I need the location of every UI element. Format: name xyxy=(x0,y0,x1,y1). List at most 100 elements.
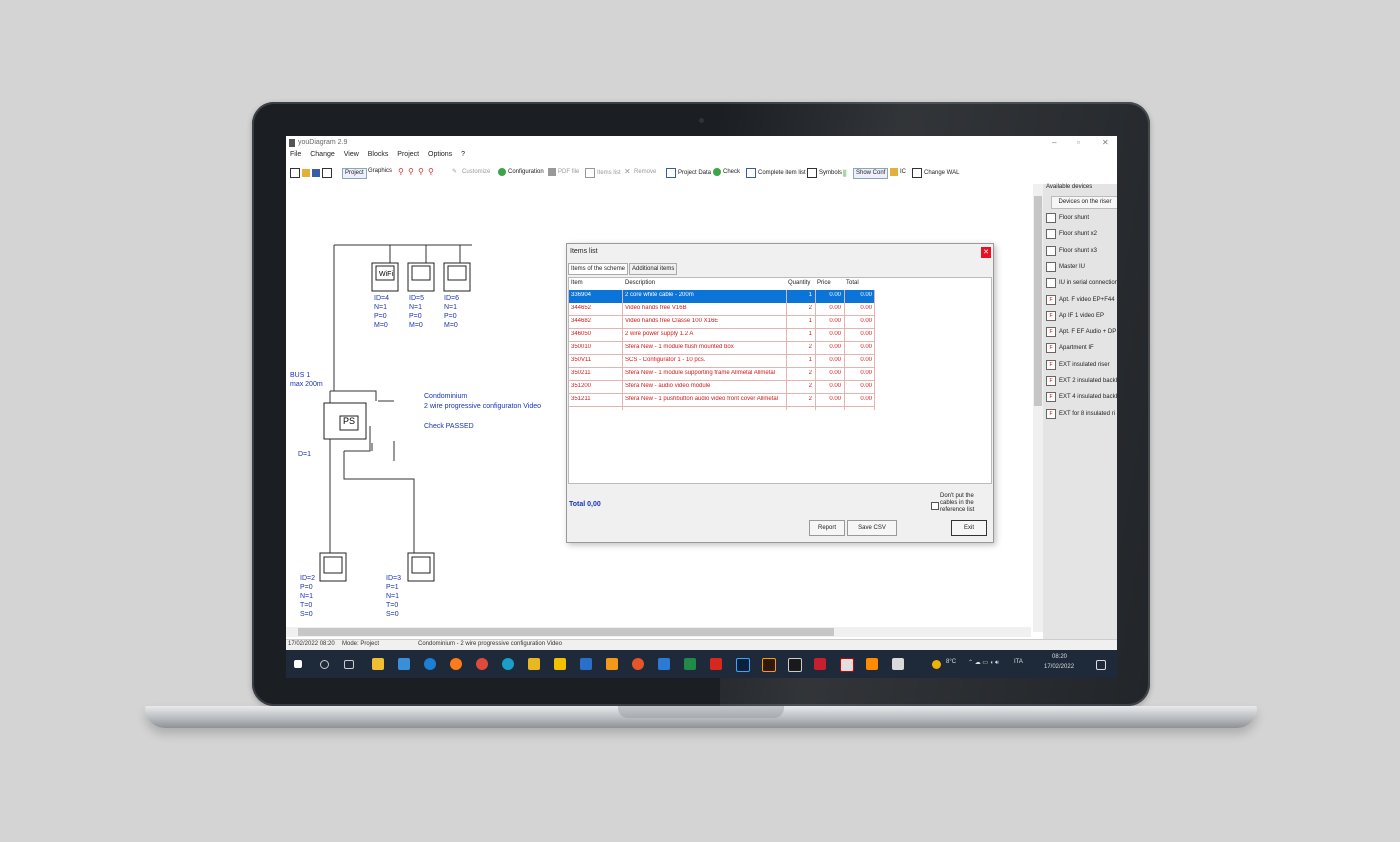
app-icon-5[interactable] xyxy=(840,658,854,672)
clock-time[interactable]: 08:20 xyxy=(1052,654,1067,660)
check-button[interactable]: Check xyxy=(723,169,740,175)
menu-change[interactable]: Change xyxy=(310,151,335,158)
project-button[interactable]: Project xyxy=(342,168,367,179)
device-item[interactable]: Master IU xyxy=(1046,261,1085,273)
table-row[interactable]: 346050 2 wire power supply 1.2 A 1 0.00 0.00 xyxy=(569,329,874,342)
horizontal-scrollbar[interactable] xyxy=(286,627,1031,637)
dialog-close-button[interactable]: ✕ xyxy=(981,247,991,258)
maximize-button[interactable]: ▫ xyxy=(1077,138,1080,147)
acrobat-icon[interactable] xyxy=(710,658,722,670)
edge-legacy-icon[interactable] xyxy=(424,658,436,670)
remove-button[interactable]: Remove xyxy=(634,169,656,175)
language-indicator[interactable]: ITA xyxy=(1014,659,1023,665)
device-item[interactable]: Floor shunt x2 xyxy=(1046,228,1097,240)
tab-devices-on-riser[interactable]: Devices on the riser xyxy=(1051,196,1117,209)
save-icon[interactable] xyxy=(312,169,320,177)
ic-button[interactable]: IC xyxy=(900,169,906,175)
device-item[interactable]: F EXT 4 insulated backb xyxy=(1046,391,1117,403)
col-total[interactable]: Total xyxy=(846,280,859,286)
device-item[interactable]: IU in serial connection xyxy=(1046,277,1117,289)
youdiagram-icon[interactable] xyxy=(892,658,904,670)
menu-help[interactable]: ? xyxy=(461,151,465,158)
col-item[interactable]: Item xyxy=(571,280,583,286)
close-button[interactable]: ✕ xyxy=(1102,138,1109,147)
app-icon-3[interactable] xyxy=(632,658,644,670)
edge-icon[interactable] xyxy=(502,658,514,670)
start-button-icon[interactable] xyxy=(294,660,302,668)
menu-file[interactable]: File xyxy=(290,151,301,158)
bridge-icon[interactable] xyxy=(788,658,802,672)
menu-project[interactable]: Project xyxy=(397,151,419,158)
table-row[interactable]: 350V11 SCS - Configurator 1 - 10 pcs. 1 0.0… xyxy=(569,355,874,368)
notifications-icon[interactable] xyxy=(1096,660,1106,670)
new-file-icon[interactable] xyxy=(290,168,300,178)
vertical-scroll-thumb[interactable] xyxy=(1034,196,1042,406)
report-button[interactable]: Report xyxy=(809,520,845,536)
table-row[interactable]: 351200 Sfera New - audio video module 2 0.0… xyxy=(569,381,874,394)
print-preview-icon[interactable] xyxy=(322,168,332,178)
photos-icon[interactable] xyxy=(528,658,540,670)
zoom-fit-icon[interactable]: ⚲ xyxy=(418,168,426,176)
project-data-button[interactable]: Project Data xyxy=(678,170,711,176)
task-view-icon[interactable] xyxy=(344,660,354,669)
tray-icons[interactable]: ⌃ ☁ ▭ ◖ 🔊︎ xyxy=(968,659,999,667)
weather-temp[interactable]: 8°C xyxy=(946,659,956,665)
vertical-scrollbar[interactable] xyxy=(1033,184,1043,632)
customize-button[interactable]: Customize xyxy=(462,169,490,175)
minimize-button[interactable]: – xyxy=(1052,138,1056,147)
excel-icon[interactable] xyxy=(684,658,696,670)
device-item[interactable]: F Ap IF 1 video EP xyxy=(1046,310,1104,322)
device-item[interactable]: F Apt. F EF Audio + DP xyxy=(1046,326,1116,338)
save-csv-button[interactable]: Save CSV xyxy=(847,520,897,536)
table-row[interactable]: 344682 Video hands free Classe 100 X16E 1 0… xyxy=(569,316,874,329)
tab-additional-items[interactable]: Additional items xyxy=(629,263,678,275)
col-quantity[interactable]: Quantity xyxy=(788,280,810,286)
file-explorer-icon[interactable] xyxy=(372,658,384,670)
menu-view[interactable]: View xyxy=(344,151,359,158)
menu-blocks[interactable]: Blocks xyxy=(368,151,389,158)
device-item[interactable]: F EXT 2 insulated backb xyxy=(1046,375,1117,387)
diagram-canvas[interactable]: WiFi ID=4 N=1 P=0 M=0 ID=5 N=1 P=0 M=0 I… xyxy=(286,181,1031,629)
pdf-file-button[interactable]: PDF file xyxy=(558,169,579,175)
chrome-icon[interactable] xyxy=(476,658,488,670)
vlc-icon[interactable] xyxy=(866,658,878,670)
tab-items-of-scheme[interactable]: Items of the scheme xyxy=(568,263,629,275)
graphics-button[interactable]: Graphics xyxy=(368,168,392,174)
calculator-icon[interactable] xyxy=(580,658,592,670)
device-item[interactable]: F Apt. F video EP+F44 xyxy=(1046,294,1115,306)
zoom-reset-icon[interactable]: ⚲ xyxy=(428,168,436,176)
table-row[interactable]: 351211 Sfera New - 1 pushbutton audio vid… xyxy=(569,394,874,407)
clock-date[interactable]: 17/02/2022 xyxy=(1044,664,1074,670)
weather-icon[interactable] xyxy=(932,660,941,669)
horizontal-scroll-thumb[interactable] xyxy=(298,628,834,636)
zoom-out-icon[interactable]: ⚲ xyxy=(408,168,416,176)
search-icon[interactable] xyxy=(320,660,329,669)
table-row[interactable]: 344652 Video hands free V16B 2 0.00 0.00 xyxy=(569,303,874,316)
col-price[interactable]: Price xyxy=(817,280,831,286)
firefox-icon[interactable] xyxy=(450,658,462,670)
table-row[interactable]: 336904 2 core white cable - 200m 1 0.00 0.00 xyxy=(569,290,874,303)
device-item[interactable]: F EXT insulated riser xyxy=(1046,359,1110,371)
app-icon-4[interactable] xyxy=(814,658,826,670)
device-item[interactable]: F EXT for 8 insulated ri xyxy=(1046,408,1115,420)
col-description[interactable]: Description xyxy=(625,280,655,286)
show-conf-button[interactable]: Show Conf xyxy=(853,168,889,179)
table-row[interactable]: 350010 Sfera New - 1 module flush mounted… xyxy=(569,342,874,355)
sticky-notes-icon[interactable] xyxy=(554,658,566,670)
device-item[interactable]: F Apartment IF xyxy=(1046,342,1094,354)
complete-item-list-button[interactable]: Complete item list xyxy=(758,170,806,176)
photoshop-icon[interactable] xyxy=(736,658,750,672)
symbols-button[interactable]: Symbols xyxy=(819,170,842,176)
zoom-in-icon[interactable]: ⚲ xyxy=(398,168,406,176)
table-row[interactable]: 350211 Sfera New - 1 module supporting fr… xyxy=(569,368,874,381)
device-item[interactable]: Floor shunt x3 xyxy=(1046,245,1097,257)
exit-button[interactable]: Exit xyxy=(951,520,987,536)
app-icon-1[interactable] xyxy=(398,658,410,670)
illustrator-icon[interactable] xyxy=(762,658,776,672)
device-item[interactable]: Floor shunt xyxy=(1046,212,1089,224)
menu-options[interactable]: Options xyxy=(428,151,452,158)
exclude-cables-checkbox[interactable] xyxy=(931,502,939,510)
app-icon-2[interactable] xyxy=(606,658,618,670)
items-list-button[interactable]: Items list xyxy=(597,170,621,176)
outlook-icon[interactable] xyxy=(658,658,670,670)
